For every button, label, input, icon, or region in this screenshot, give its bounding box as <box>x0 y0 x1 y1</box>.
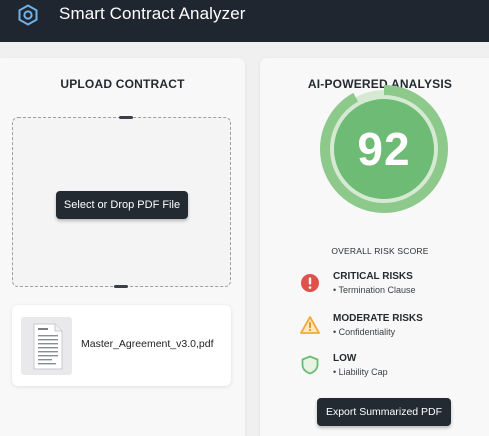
export-pdf-button[interactable]: Export Summarized PDF <box>317 398 451 426</box>
dropzone-handle-bottom <box>114 285 128 288</box>
select-pdf-button[interactable]: Select or Drop PDF File <box>56 191 188 219</box>
upload-panel: UPLOAD CONTRACT Select or Drop PDF File … <box>0 58 245 436</box>
analysis-panel: AI-POWERED ANALYSIS 92 OVERALL RISK SCOR… <box>260 58 489 436</box>
hexagon-logo-icon <box>18 4 38 26</box>
warning-triangle-icon <box>300 316 320 334</box>
document-thumbnail-icon <box>21 317 72 375</box>
app-title: Smart Contract Analyzer <box>59 4 246 23</box>
uploaded-file-card[interactable]: Master_Agreement_v3.0,pdf <box>12 305 231 386</box>
file-name: Master_Agreement_v3.0,pdf <box>81 338 214 350</box>
dropzone-handle-top <box>119 116 133 119</box>
critical-risks-item: CRITICAL RISKS • Termination Clause <box>300 271 489 305</box>
critical-risks-title: CRITICAL RISKS <box>333 271 413 282</box>
app-header: Smart Contract Analyzer <box>0 0 489 42</box>
moderate-risks-detail: • Confidentiality <box>333 327 396 337</box>
moderate-risks-item: MODERATE RISKS • Confidentiality <box>300 313 489 347</box>
pdf-dropzone[interactable]: Select or Drop PDF File <box>12 116 231 288</box>
risk-score-label: OVERALL RISK SCORE <box>331 246 429 256</box>
critical-risks-detail: • Termination Clause <box>333 285 416 295</box>
moderate-risks-title: MODERATE RISKS <box>333 313 423 324</box>
low-risks-item: LOW • Liability Cap <box>300 353 489 387</box>
exclamation-circle-icon <box>301 274 319 292</box>
low-risks-title: LOW <box>333 353 357 364</box>
risk-score-value: 92 <box>357 123 411 175</box>
shield-check-icon <box>301 355 319 375</box>
low-risks-detail: • Liability Cap <box>333 367 388 377</box>
upload-panel-title: UPLOAD CONTRACT <box>60 77 185 91</box>
